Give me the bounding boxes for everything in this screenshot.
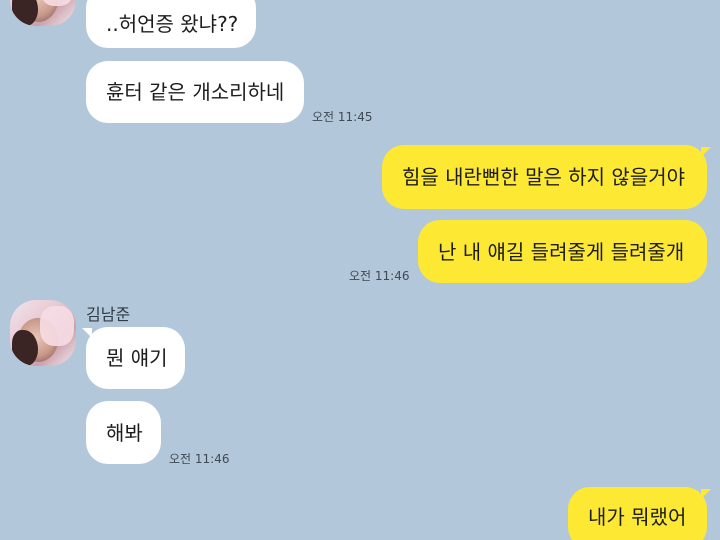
message-text: 내가 뭐랬어 <box>588 505 687 529</box>
outgoing-message-bubble[interactable]: 힘을 내란뻔한 말은 하지 않을거야 <box>382 145 707 209</box>
message-timestamp: 오전 11:46 <box>169 452 230 466</box>
message-text: 해봐 <box>106 420 143 445</box>
incoming-message-bubble[interactable]: 해봐 <box>86 401 161 464</box>
message-timestamp: 오전 11:45 <box>312 110 373 124</box>
sender-name: 김남준 <box>86 305 131 324</box>
bubble-tail <box>701 147 711 157</box>
partner-avatar[interactable] <box>10 0 76 26</box>
message-text: 휸터 같은 개소리하네 <box>106 80 285 104</box>
message-text: ..허언증 왔냐?? <box>106 12 239 36</box>
partner-avatar[interactable] <box>10 300 76 366</box>
message-text: 뭔 얘기 <box>106 346 168 370</box>
incoming-message-bubble[interactable]: ..허언증 왔냐?? <box>86 0 256 48</box>
message-timestamp: 오전 11:46 <box>349 269 410 283</box>
incoming-message-bubble[interactable]: 휸터 같은 개소리하네 <box>86 61 304 123</box>
message-text: 난 내 얘길 들려줄게 들려줄개 <box>438 239 685 264</box>
chat-message-list[interactable]: ..허언증 왔냐?? 휸터 같은 개소리하네 오전 11:45 힘을 내란뻔한 … <box>0 0 720 540</box>
message-text: 힘을 내란뻔한 말은 하지 않을거야 <box>402 165 686 189</box>
incoming-message-bubble[interactable]: 뭔 얘기 <box>86 327 185 389</box>
outgoing-message-bubble[interactable]: 난 내 얘길 들려줄게 들려줄개 <box>418 220 707 283</box>
outgoing-message-bubble[interactable]: 내가 뭐랬어 <box>568 487 707 540</box>
